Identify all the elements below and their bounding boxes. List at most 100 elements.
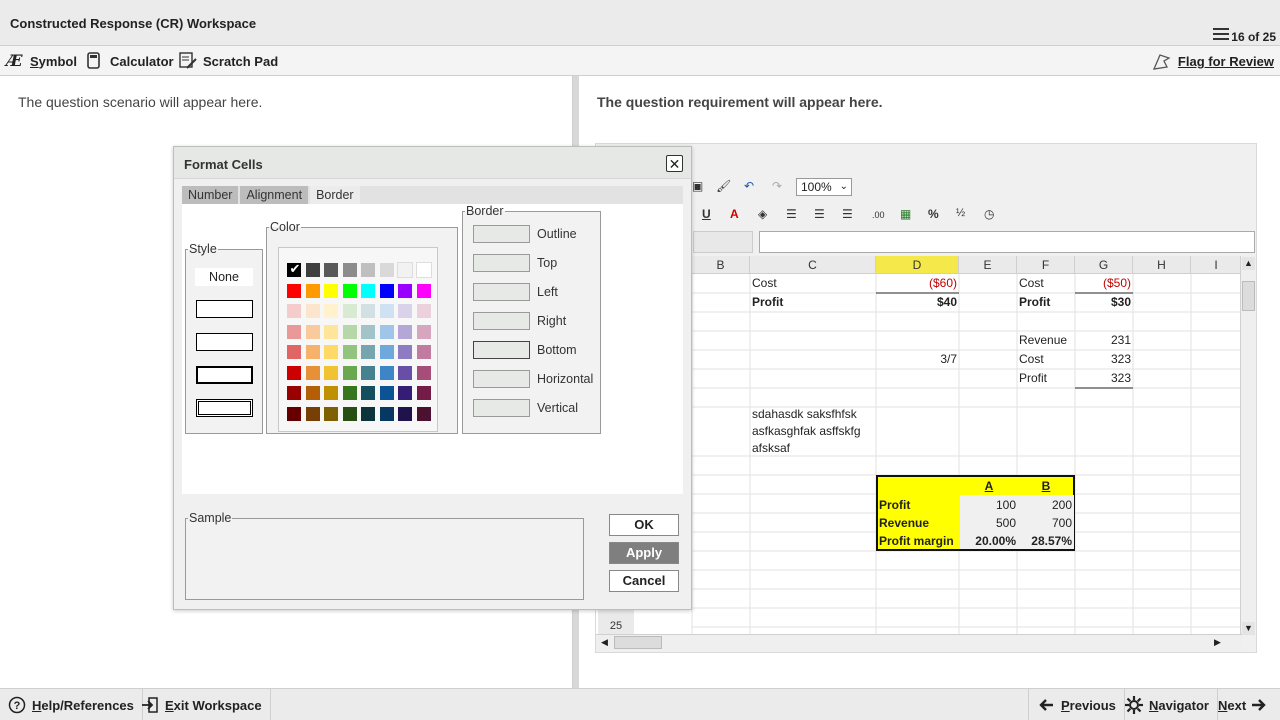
copy-icon[interactable]: ▣ [692, 179, 703, 193]
color-swatch[interactable] [342, 263, 357, 277]
cancel-button[interactable]: Cancel [609, 570, 679, 592]
color-swatch[interactable] [305, 263, 320, 277]
column-header-e[interactable]: E [959, 256, 1017, 274]
cell-c8[interactable]: sdahasdk saksfhfsk asfkasghfak asffskfg … [752, 406, 861, 457]
cell-f6[interactable]: Profit [1017, 369, 1075, 388]
color-swatch[interactable] [398, 365, 412, 380]
table-cell[interactable]: 500 [960, 514, 1016, 532]
color-swatch[interactable] [416, 283, 431, 298]
symbol-button[interactable]: Æ Symbol [6, 51, 77, 71]
cell-g5[interactable]: 323 [1075, 350, 1133, 369]
flag-for-review-button[interactable]: Flag for Review [1152, 51, 1274, 71]
color-swatch[interactable] [361, 386, 375, 400]
color-swatch[interactable] [287, 283, 301, 298]
table-header-b[interactable]: B [1018, 477, 1074, 495]
color-swatch[interactable] [342, 304, 357, 318]
color-swatch[interactable] [305, 345, 320, 359]
color-swatch[interactable] [379, 345, 394, 359]
color-swatch[interactable] [398, 406, 412, 421]
color-swatch[interactable] [324, 304, 338, 318]
previous-button[interactable]: Previous [1028, 689, 1125, 720]
color-swatch[interactable] [398, 345, 412, 359]
table-row-label[interactable]: Profit [879, 496, 910, 514]
scroll-left-icon[interactable]: ◀ [598, 636, 611, 649]
border-top-button[interactable] [473, 254, 530, 272]
color-swatch[interactable] [361, 365, 375, 380]
cell-d2[interactable]: $40 [876, 293, 959, 312]
table-cell[interactable]: 700 [1018, 514, 1072, 532]
table-cell[interactable]: 20.00% [960, 532, 1016, 550]
color-swatch[interactable] [305, 386, 320, 400]
border-left-button[interactable] [473, 283, 530, 301]
column-header-f[interactable]: F [1017, 256, 1075, 274]
percent-icon[interactable]: % [928, 207, 939, 221]
color-swatch[interactable] [416, 365, 431, 380]
color-swatch[interactable] [324, 324, 338, 339]
color-swatch[interactable] [287, 386, 301, 400]
color-swatch[interactable] [287, 324, 301, 339]
table-row-label[interactable]: Profit margin [879, 532, 954, 550]
format-painter-icon[interactable]: 🖌 [716, 179, 731, 193]
cell-f1[interactable]: Cost [1017, 274, 1075, 293]
undo-icon[interactable]: ↶ [744, 179, 754, 193]
color-swatch[interactable] [361, 304, 375, 318]
border-vertical-button[interactable] [473, 399, 530, 417]
color-swatch[interactable] [305, 406, 320, 421]
table-header-a[interactable]: A [960, 477, 1018, 495]
cell-grid[interactable]: B C D E F G H I Cost ($60) Cost ($50) Pr… [596, 256, 1242, 636]
exit-workspace-button[interactable]: Exit Workspace [133, 689, 271, 720]
color-swatch[interactable] [324, 386, 338, 400]
color-swatch[interactable] [379, 263, 394, 277]
horizontal-scrollbar[interactable]: ◀ ▶ [596, 634, 1242, 650]
color-swatch[interactable] [324, 283, 338, 298]
border-outline-button[interactable] [473, 225, 530, 243]
help-references-button[interactable]: ? Help/References [0, 689, 143, 720]
column-header-h[interactable]: H [1133, 256, 1191, 274]
color-swatch[interactable] [324, 406, 338, 421]
color-swatch[interactable] [361, 345, 375, 359]
border-right-button[interactable] [473, 312, 530, 330]
dialog-header[interactable]: Format Cells ✕ [174, 147, 691, 179]
border-bottom-button[interactable] [473, 341, 530, 359]
color-swatch[interactable] [342, 324, 357, 339]
vertical-scrollbar[interactable]: ▲ ▼ [1240, 256, 1256, 636]
table-row-label[interactable]: Revenue [879, 514, 929, 532]
cell-f5[interactable]: Cost [1017, 350, 1075, 369]
font-color-icon[interactable]: A [730, 207, 739, 221]
column-header-i[interactable]: I [1191, 256, 1242, 274]
clock-icon[interactable]: ◷ [984, 207, 994, 221]
color-swatch[interactable] [416, 406, 431, 421]
scroll-down-icon[interactable]: ▼ [1242, 622, 1255, 635]
decrease-decimal-icon[interactable]: .00 [872, 210, 885, 220]
column-header-g[interactable]: G [1075, 256, 1133, 274]
tab-number[interactable]: Number [182, 186, 239, 204]
color-swatch[interactable] [379, 365, 394, 380]
color-swatch[interactable] [324, 365, 338, 380]
color-swatch[interactable] [397, 262, 413, 278]
color-swatch[interactable] [342, 345, 357, 359]
cell-c1[interactable]: Cost [750, 274, 876, 293]
color-swatch[interactable] [324, 263, 338, 277]
color-swatch[interactable] [305, 365, 320, 380]
color-swatch[interactable] [379, 386, 394, 400]
style-medium-option[interactable] [196, 333, 253, 351]
color-swatch[interactable] [416, 345, 431, 359]
ok-button[interactable]: OK [609, 514, 679, 536]
cell-d5[interactable]: 3/7 [876, 350, 959, 369]
cell-g1[interactable]: ($50) [1075, 274, 1133, 293]
underline-icon[interactable]: U [702, 207, 711, 221]
color-swatch[interactable] [287, 365, 301, 380]
color-swatch[interactable] [416, 386, 431, 400]
color-swatch[interactable] [379, 283, 394, 298]
color-swatch[interactable] [398, 283, 412, 298]
scroll-thumb[interactable] [1242, 281, 1255, 311]
cell-g2[interactable]: $30 [1075, 293, 1133, 312]
name-box[interactable] [693, 231, 753, 253]
color-swatch[interactable] [342, 386, 357, 400]
cell-c2[interactable]: Profit [750, 293, 876, 312]
fill-color-icon[interactable]: ◈ [758, 207, 767, 221]
color-swatch[interactable] [361, 263, 375, 277]
scratch-pad-button[interactable]: Scratch Pad [179, 51, 278, 71]
tab-border[interactable]: Border [310, 186, 360, 204]
color-swatch[interactable] [287, 406, 301, 421]
